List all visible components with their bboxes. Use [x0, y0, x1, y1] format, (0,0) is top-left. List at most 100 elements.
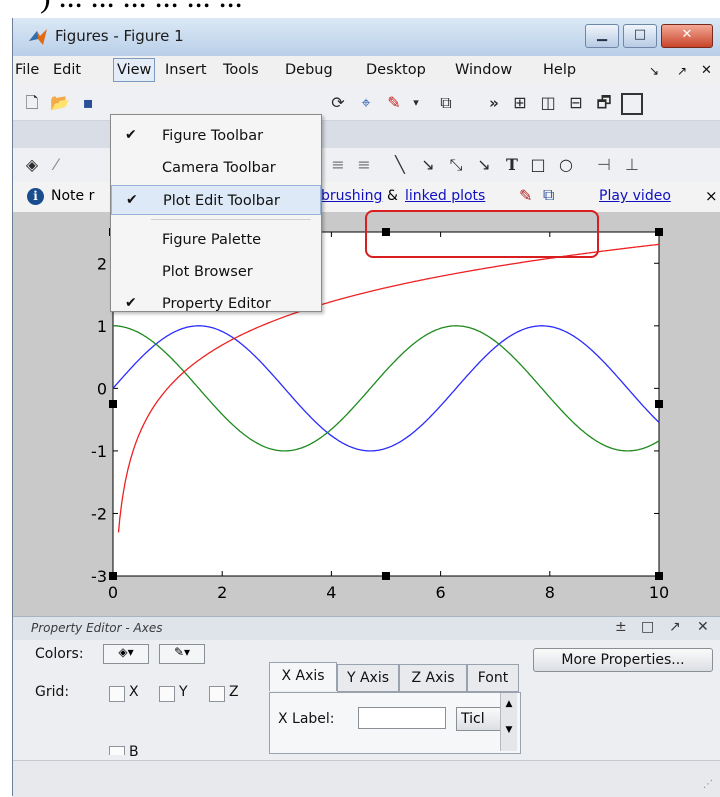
selection-handle[interactable] — [655, 572, 663, 580]
split-horizontal-icon[interactable]: ⊟ — [565, 93, 587, 113]
selection-handle[interactable] — [382, 572, 390, 580]
menu-debug[interactable]: Debug — [285, 62, 333, 78]
menu-file[interactable]: File — [15, 62, 39, 78]
panel-scrollbar[interactable]: ▲ ▼ — [500, 693, 517, 751]
insert-rectangle-icon[interactable]: □ — [527, 155, 549, 175]
property-editor-panel: Colors: ◈▾ ✎▾ Grid: X Y Z B X Axis Y Axi… — [13, 640, 720, 760]
selection-handle[interactable] — [109, 400, 117, 408]
view-menu-item-label: Plot Browser — [162, 264, 253, 280]
grid-y-checkbox[interactable] — [159, 686, 175, 702]
view-menu-item[interactable]: ✔ Property Editor — [111, 289, 321, 319]
y-tick-label: -3 — [91, 567, 107, 586]
play-video-link[interactable]: Play video — [599, 188, 671, 204]
view-menu-item-label: Camera Toolbar — [162, 160, 276, 176]
pe-maximize-icon[interactable]: □ — [641, 619, 654, 635]
linked-plots-link[interactable]: linked plots — [405, 188, 485, 204]
x-tick-label: 2 — [217, 583, 227, 602]
selection-handle[interactable] — [655, 228, 663, 236]
view-menu-dropdown: ✔ Figure Toolbar Camera Toolbar ✔ Plot Edit … — [110, 114, 322, 312]
pe-pin-icon[interactable]: ± — [615, 619, 627, 635]
float-window-icon[interactable]: 🗗 — [593, 93, 615, 113]
menu-edit[interactable]: Edit — [53, 62, 81, 78]
view-menu-item[interactable]: Plot Browser — [111, 257, 321, 287]
new-figure-icon[interactable]: 🗋 — [21, 93, 43, 113]
menu-desktop[interactable]: Desktop — [366, 62, 426, 78]
rotate-3d-icon[interactable]: ⟳ — [327, 93, 349, 113]
view-menu-item[interactable]: Camera Toolbar — [111, 153, 321, 183]
figure-window: Figures - Figure 1 ▁ □ ✕ File Edit View … — [12, 18, 720, 797]
infobar-close-icon[interactable]: × — [705, 187, 718, 205]
tab-font[interactable]: Font — [467, 664, 519, 692]
grid-z-checkbox[interactable] — [209, 686, 225, 702]
line-color-icon[interactable]: ⁄ — [45, 155, 67, 175]
insert-text-arrow-icon[interactable]: ↘ — [473, 155, 495, 175]
status-bar: ⋰ — [13, 760, 720, 797]
scroll-down-icon[interactable]: ▼ — [501, 725, 517, 735]
scroll-up-icon[interactable]: ▲ — [501, 699, 517, 709]
y-tick-label: -1 — [91, 442, 107, 461]
insert-double-arrow-icon[interactable]: ⤡ — [445, 155, 467, 175]
matlab-logo-icon — [29, 29, 47, 45]
brush-dropdown-icon[interactable]: ▾ — [405, 93, 427, 113]
red-annotation-box — [365, 210, 599, 258]
resize-grip-icon[interactable]: ⋰ — [703, 779, 713, 790]
insert-arrow-icon[interactable]: ↘ — [417, 155, 439, 175]
grid-x-label: X — [129, 684, 139, 700]
grid-layout-icon[interactable]: ⊞ — [509, 93, 531, 113]
align-center-icon[interactable]: ≡ — [327, 155, 349, 175]
maximize-layout-icon[interactable] — [621, 93, 643, 115]
ticks-button[interactable]: Ticl — [456, 707, 502, 731]
grid-x-checkbox[interactable] — [109, 686, 125, 702]
x-tick-label: 4 — [326, 583, 336, 602]
linked-plots-icon: ⧉ — [543, 185, 555, 204]
save-icon[interactable]: ▪ — [77, 93, 99, 113]
minimize-button[interactable]: ▁ — [585, 24, 619, 48]
view-menu-item[interactable]: Figure Palette — [111, 225, 321, 255]
title-bar: Figures - Figure 1 ▁ □ ✕ — [13, 18, 720, 56]
toolbar-overflow-icon[interactable]: » — [483, 93, 505, 113]
box-checkbox[interactable] — [109, 746, 125, 755]
more-properties-button[interactable]: More Properties... — [533, 648, 713, 672]
tab-y-axis[interactable]: Y Axis — [337, 664, 399, 692]
view-menu-item[interactable]: ✔ Plot Edit Toolbar — [111, 185, 321, 215]
fill-color-icon[interactable]: ◈ — [21, 155, 43, 175]
align-right-icon[interactable]: ≡ — [353, 155, 375, 175]
data-cursor-icon[interactable]: ⌖ — [355, 93, 377, 113]
selection-handle[interactable] — [109, 572, 117, 580]
undock-icon[interactable]: ↗ — [677, 64, 687, 78]
tab-z-axis[interactable]: Z Axis — [399, 664, 467, 692]
pe-close-icon[interactable]: ✕ — [697, 619, 709, 635]
view-menu-item[interactable]: ✔ Figure Toolbar — [111, 121, 321, 151]
insert-line-icon[interactable]: ╲ — [389, 155, 411, 175]
info-text: Note r — [51, 188, 95, 204]
x-label-label: X Label: — [278, 711, 335, 727]
dock-arrow-icon[interactable]: ↘ — [649, 64, 659, 78]
close-button[interactable]: ✕ — [661, 24, 713, 48]
cutoff-text: ) ... ... ... ... ... ... — [40, 0, 243, 15]
pe-undock-icon[interactable]: ↗ — [669, 619, 681, 635]
view-menu-item-label: Figure Palette — [162, 232, 262, 248]
menu-view[interactable]: View — [113, 58, 156, 82]
menu-tools[interactable]: Tools — [223, 62, 259, 78]
menu-insert[interactable]: Insert — [165, 62, 207, 78]
menu-window[interactable]: Window — [455, 62, 512, 78]
insert-text-icon[interactable]: T — [501, 155, 523, 175]
brushing-link[interactable]: brushing — [321, 188, 382, 204]
align-distribute-icon[interactable]: ⊥ — [621, 155, 643, 175]
maximize-button[interactable]: □ — [623, 24, 657, 48]
property-editor-header: Property Editor - Axes ± □ ↗ ✕ — [13, 616, 720, 641]
pin-icon[interactable]: ⊣ — [593, 155, 615, 175]
x-label-input[interactable] — [358, 707, 446, 729]
link-plot-icon[interactable]: ⧉ — [435, 93, 457, 113]
menubar-close-icon[interactable]: ✕ — [701, 63, 712, 78]
face-color-picker[interactable]: ◈▾ — [103, 644, 149, 664]
brush-icon[interactable]: ✎ — [383, 93, 405, 113]
menu-help[interactable]: Help — [543, 62, 576, 78]
minimize-icon: ▁ — [597, 27, 607, 42]
insert-ellipse-icon[interactable]: ○ — [555, 155, 577, 175]
split-vertical-icon[interactable]: ◫ — [537, 93, 559, 113]
tab-x-axis[interactable]: X Axis — [269, 662, 337, 691]
edge-color-picker[interactable]: ✎▾ — [159, 644, 205, 664]
open-file-icon[interactable]: 📂 — [49, 93, 71, 113]
selection-handle[interactable] — [655, 400, 663, 408]
